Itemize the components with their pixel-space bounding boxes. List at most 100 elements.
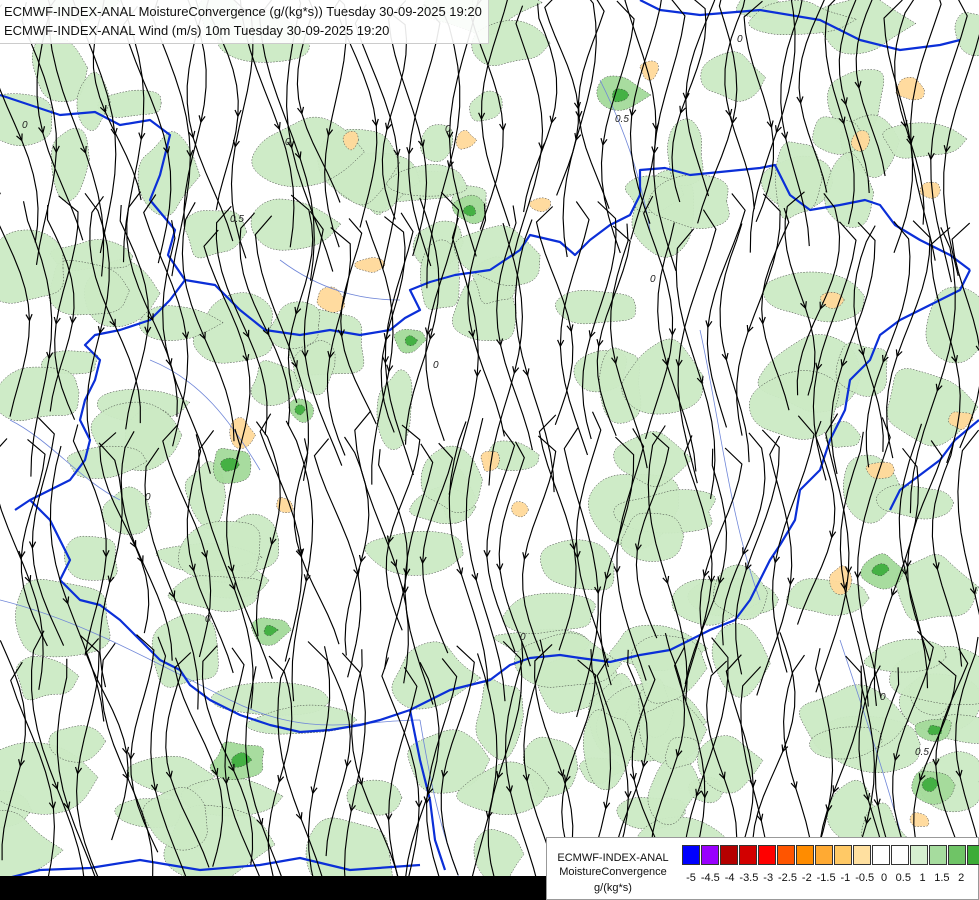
streamline xyxy=(344,436,370,656)
convergence-area xyxy=(886,368,979,447)
contour-label: 0 xyxy=(880,692,886,703)
divergence-area xyxy=(909,812,930,827)
legend-tick-label: -2.5 xyxy=(778,872,797,884)
convergence-area xyxy=(15,579,111,658)
contour-label: 0.5 xyxy=(615,114,629,125)
convergence-area xyxy=(925,286,979,364)
contour-label: 0 xyxy=(285,137,291,148)
legend-swatch xyxy=(815,845,833,865)
legend-tick-label: 1 xyxy=(919,872,926,884)
divergence-area xyxy=(354,257,386,273)
legend-swatch xyxy=(872,845,890,865)
convergence-area xyxy=(16,656,80,701)
streamline xyxy=(385,424,421,631)
legend-tick-label: -1 xyxy=(840,872,851,884)
convergence-area xyxy=(0,366,80,421)
legend-swatch xyxy=(967,845,979,865)
convergence-area xyxy=(711,623,771,698)
convergence-area xyxy=(346,779,403,816)
convergence-area xyxy=(453,225,541,286)
legend-swatch xyxy=(720,845,738,865)
legend-title-variable: MoistureConvergence xyxy=(559,866,667,878)
contour-label: 0.5 xyxy=(230,214,244,225)
divergence-area xyxy=(529,197,551,212)
legend-title-model: ECMWF-INDEX-ANAL xyxy=(557,852,669,864)
contour-label: 0 xyxy=(650,274,656,285)
legend-swatch xyxy=(682,845,700,865)
streamline xyxy=(122,5,172,264)
legend-tick-label: -3.5 xyxy=(739,872,759,884)
legend-swatch xyxy=(910,845,928,865)
legend-swatch xyxy=(948,845,966,865)
legend-tick-label: 0.5 xyxy=(895,872,911,884)
convergence-area xyxy=(167,575,262,612)
streamline xyxy=(906,440,943,662)
convergence-area xyxy=(51,128,90,202)
legend-swatch xyxy=(701,845,719,865)
legend-swatch xyxy=(758,845,776,865)
legend-ticks: -5 -4.5 -4 -3.5 -3 -2.5 -2 -1.5 -1 -0.5 0 0.5 1 1.5 2 xyxy=(682,872,974,888)
map-canvas: 0 0 0 0.5 0.5 0 0 0 0 0 0.5 0 0 xyxy=(0,0,979,900)
streamline xyxy=(894,0,925,225)
map-area[interactable]: 0 0 0 0.5 0.5 0 0 0 0 0 0.5 0 0 ECMWF-INDEX-ANAL Moi… xyxy=(0,0,979,900)
contour-label: 0 xyxy=(22,120,28,131)
streamline xyxy=(724,0,755,210)
streamline xyxy=(706,193,746,428)
legend-tick-label: -1.5 xyxy=(816,872,836,884)
convergence-area xyxy=(364,531,464,576)
legend-swatch xyxy=(777,845,795,865)
streamline xyxy=(293,438,340,645)
streamline xyxy=(677,209,717,484)
streamline xyxy=(610,223,648,469)
color-legend: ECMWF-INDEX-ANAL MoistureConvergence g/(… xyxy=(546,837,979,900)
convergence-area xyxy=(665,736,700,769)
divergence-area xyxy=(455,130,478,150)
legend-tick-label: -3 xyxy=(763,872,774,884)
convergence-area xyxy=(178,521,261,583)
legend-tick-label: -5 xyxy=(686,872,696,884)
streamline xyxy=(285,420,314,702)
convergence-area xyxy=(0,229,64,304)
streamline xyxy=(575,411,609,668)
legend-swatch xyxy=(834,845,852,865)
convergence-area xyxy=(700,51,766,102)
legend-swatches xyxy=(682,845,979,865)
streamline xyxy=(931,438,963,667)
convergence-area xyxy=(376,369,413,450)
legend-swatch xyxy=(739,845,757,865)
title-moisture: ECMWF-INDEX-ANAL MoistureConvergence (g/… xyxy=(4,4,482,19)
legend-units: g/(kg*s) xyxy=(594,882,632,894)
contour-label: 0 xyxy=(433,360,439,371)
streamline xyxy=(815,413,850,693)
contour-label: 0 xyxy=(145,492,151,503)
divergence-area xyxy=(316,286,345,313)
legend-tick-label: 2 xyxy=(958,872,965,884)
legend-tick-label: -4 xyxy=(724,872,735,884)
convergence-area xyxy=(882,122,968,159)
legend-tick-label: -4.5 xyxy=(700,872,720,884)
convergence-area xyxy=(137,131,201,217)
convergence-area xyxy=(876,484,955,520)
legend-tick-label: 0 xyxy=(880,872,888,884)
divergence-area xyxy=(511,501,529,518)
contour-label: 0 xyxy=(445,124,451,135)
convergence-area xyxy=(64,535,118,581)
legend-swatch xyxy=(891,845,909,865)
legend-tick-label: -0.5 xyxy=(855,872,875,884)
convergence-area xyxy=(786,578,870,616)
legend-swatch xyxy=(796,845,814,865)
convergence-area xyxy=(268,301,321,350)
streamline xyxy=(544,0,579,196)
map-title: ECMWF-INDEX-ANAL MoistureConvergence (g/… xyxy=(0,0,489,44)
legend-swatch xyxy=(853,845,871,865)
contour-label: 0 xyxy=(520,632,526,643)
streamline xyxy=(562,0,597,258)
legend-tick-label: -2 xyxy=(801,872,812,884)
convergence-area xyxy=(762,271,865,323)
legend-swatch xyxy=(929,845,947,865)
contour-label: 0.5 xyxy=(915,747,929,758)
legend-tick-label: 1.5 xyxy=(934,872,950,884)
contour-label: 0 xyxy=(205,614,211,625)
contour-label: 0 xyxy=(737,34,743,45)
title-wind: ECMWF-INDEX-ANAL Wind (m/s) 10m Tuesday … xyxy=(4,23,390,38)
